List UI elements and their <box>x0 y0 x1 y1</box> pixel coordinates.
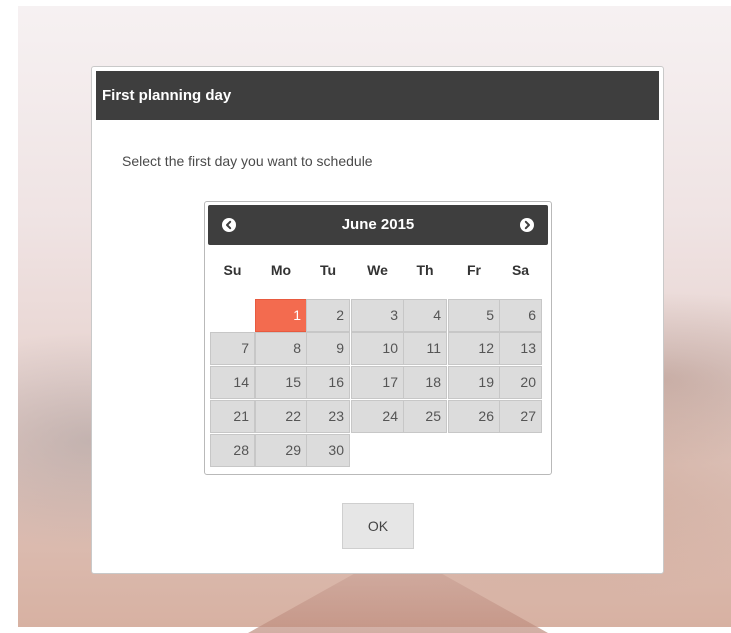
dialog-instruction: Select the first day you want to schedul… <box>122 153 373 169</box>
day-cell-7[interactable]: 7 <box>210 332 255 365</box>
day-cell-16[interactable]: 16 <box>306 366 350 399</box>
month-label: June 2015 <box>341 216 415 233</box>
day-cell-1[interactable]: 1 <box>255 299 307 332</box>
day-cell-18[interactable]: 18 <box>403 366 447 399</box>
day-cell-27[interactable]: 27 <box>499 400 542 433</box>
day-cell-22[interactable]: 22 <box>255 400 307 433</box>
day-cell-4[interactable]: 4 <box>403 299 447 332</box>
day-cell-8[interactable]: 8 <box>255 332 307 365</box>
weekday-label-sa: Sa <box>511 262 530 278</box>
day-cell-2[interactable]: 2 <box>306 299 350 332</box>
weekday-label-fr: Fr <box>467 262 481 278</box>
day-cell-17[interactable]: 17 <box>351 366 404 399</box>
weekday-label-su: Su <box>223 262 242 278</box>
weekday-label-tu: Tu <box>319 262 337 278</box>
first-planning-day-dialog: First planning day Select the first day … <box>91 66 664 574</box>
day-cell-3[interactable]: 3 <box>351 299 404 332</box>
day-cell-14[interactable]: 14 <box>210 366 255 399</box>
weekday-label-th: Th <box>416 262 434 278</box>
weekday-label-we: We <box>367 262 388 278</box>
day-cell-28[interactable]: 28 <box>210 434 255 467</box>
day-cell-20[interactable]: 20 <box>499 366 542 399</box>
background-road <box>248 566 548 633</box>
day-cell-29[interactable]: 29 <box>255 434 307 467</box>
dialog-title: First planning day <box>96 71 659 120</box>
day-cell-24[interactable]: 24 <box>351 400 404 433</box>
day-cell-10[interactable]: 10 <box>351 332 404 365</box>
day-cell-23[interactable]: 23 <box>306 400 350 433</box>
day-cell-30[interactable]: 30 <box>306 434 350 467</box>
day-cell-5[interactable]: 5 <box>448 299 500 332</box>
weekday-label-mo: Mo <box>270 262 292 278</box>
day-cell-19[interactable]: 19 <box>448 366 500 399</box>
datepicker: June 2015 Su Mo Tu We Th Fr Sa 1 2 3 4 5 6 7 8 9 10 11 12… <box>204 201 552 475</box>
day-cell-25[interactable]: 25 <box>403 400 447 433</box>
day-cell-6[interactable]: 6 <box>499 299 542 332</box>
day-cell-13[interactable]: 13 <box>499 332 542 365</box>
day-cell-26[interactable]: 26 <box>448 400 500 433</box>
ok-button[interactable]: OK <box>342 503 414 549</box>
next-month-button[interactable] <box>520 218 534 232</box>
chevron-right-circle-icon <box>524 220 530 230</box>
day-cell-15[interactable]: 15 <box>255 366 307 399</box>
day-cell-12[interactable]: 12 <box>448 332 500 365</box>
day-cell-9[interactable]: 9 <box>306 332 350 365</box>
day-cell-11[interactable]: 11 <box>403 332 447 365</box>
datepicker-header: June 2015 <box>208 205 548 245</box>
day-cell-21[interactable]: 21 <box>210 400 255 433</box>
